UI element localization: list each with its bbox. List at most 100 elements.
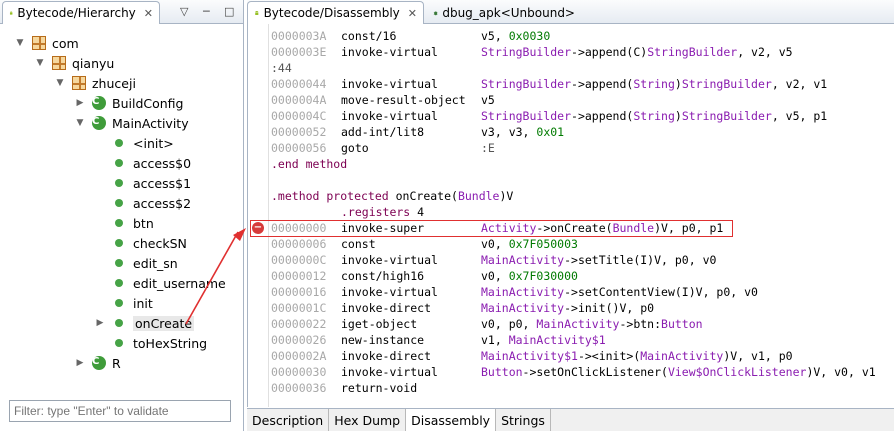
opcode: invoke-virtual <box>341 45 438 59</box>
tab-strings[interactable]: Strings <box>496 409 551 431</box>
code-line[interactable]: 0000002A invoke-direct MainActivity$1-><in… <box>271 348 891 364</box>
tree-node[interactable]: access$2 <box>94 193 191 213</box>
tree-node[interactable]: btn <box>94 213 154 233</box>
operand-token: ) <box>674 109 682 123</box>
maximize-icon[interactable]: □ <box>224 5 234 18</box>
tree-node[interactable]: init <box>94 293 153 313</box>
tree-node[interactable]: access$1 <box>94 173 191 193</box>
disassembly-pane: Bytecode/Disassembly ✕ dbug_apk<Unbound>… <box>247 0 894 431</box>
operand-token: )V, v0, v1 <box>806 365 876 379</box>
code-line[interactable]: 00000026 new-instance v1, MainActivity$1 <box>271 332 891 348</box>
code-line[interactable]: 00000036 return-void <box>271 380 891 396</box>
tab-bytecode-hierarchy[interactable]: Bytecode/Hierarchy ✕ <box>2 1 160 24</box>
breakpoint-error-icon[interactable]: − <box>252 222 264 234</box>
code-line[interactable]: 00000056 goto:E <box>271 140 891 156</box>
disassembly-editor[interactable]: 0000003A const/16 v5, 0x0030 0000003E invoke… <box>247 24 894 407</box>
code-line[interactable]: .method protected onCreate(Bundle)V <box>271 188 891 204</box>
collapsed-arrow-icon[interactable]: ▶ <box>74 98 86 108</box>
operand-token: ->setContentView(I)V, p0, v0 <box>564 285 758 299</box>
tree-node-label: init <box>133 295 153 311</box>
code-line[interactable]: 0000001C invoke-direct MainActivity->init(… <box>271 300 891 316</box>
code-line[interactable] <box>271 172 891 188</box>
operands: MainActivity->setContentView(I)V, p0, v0 <box>481 284 758 300</box>
tab-hex-dump[interactable]: Hex Dump <box>329 409 407 431</box>
tree-node[interactable]: ▼ com <box>14 33 79 53</box>
tree-node[interactable]: toHexString <box>94 333 207 353</box>
code-line[interactable]: 00000022 iget-object v0, p0, MainActivity-… <box>271 316 891 332</box>
tree-node[interactable]: ▼ qianyu <box>34 53 115 73</box>
method-icon <box>115 199 123 207</box>
address: 00000000 <box>271 221 327 235</box>
code-line[interactable]: 00000044 invoke-virtual StringBuilder->app… <box>271 76 891 92</box>
operand-token: :E <box>481 141 495 155</box>
directive-token: 4 <box>417 205 425 219</box>
operand-token: MainActivity <box>481 301 565 315</box>
code-line[interactable]: .end method <box>271 156 891 172</box>
opcode: invoke-direct <box>341 349 432 363</box>
tree-node[interactable]: ▼ zhuceji <box>54 73 136 93</box>
tree-node[interactable]: <init> <box>94 133 174 153</box>
tree-node[interactable]: access$0 <box>94 153 191 173</box>
operands: v0, 0x7F030000 <box>481 268 578 284</box>
tab-disassembly[interactable]: Disassembly <box>406 409 497 431</box>
opcode: invoke-virtual <box>341 253 438 267</box>
code-line[interactable]: 0000004C invoke-virtual StringBuilder->app… <box>271 108 891 124</box>
operands: v5, 0x0030 <box>481 28 550 44</box>
minimize-icon[interactable]: ─ <box>203 5 210 18</box>
tab-description[interactable]: Description <box>247 409 330 431</box>
code-line[interactable]: :44 <box>271 60 891 76</box>
expanded-arrow-icon[interactable]: ▼ <box>74 118 86 128</box>
operands: MainActivity->setTitle(I)V, p0, v0 <box>481 252 716 268</box>
filter-input[interactable] <box>9 400 231 422</box>
operand-token: MainActivity <box>640 349 724 363</box>
tree-node[interactable]: ▶ onCreate <box>94 313 195 333</box>
code-line[interactable]: 00000006 const v0, 0x7F050003 <box>271 236 891 252</box>
tree-node-label: toHexString <box>133 335 208 351</box>
expanded-arrow-icon[interactable]: ▼ <box>34 58 46 68</box>
code-line[interactable]: 00000030 invoke-virtual Button->setOnClick… <box>271 364 891 380</box>
code-line[interactable]: 00000000 invoke-super Activity->onCreate(B… <box>271 220 891 236</box>
tab-label: Bytecode/Disassembly <box>263 6 400 20</box>
address: 00000026 <box>271 333 327 347</box>
tree-node[interactable]: ▼ C MainActivity <box>74 113 189 133</box>
collapsed-arrow-icon[interactable]: ▶ <box>94 318 106 328</box>
code-line[interactable]: 0000004A move-result-object v5 <box>271 92 891 108</box>
tree-node[interactable]: edit_sn <box>94 253 178 273</box>
code-line[interactable]: 00000052 add-int/lit8 v3, v3, 0x01 <box>271 124 891 140</box>
tree-node[interactable]: ▶ C R <box>74 353 121 373</box>
close-icon[interactable]: ✕ <box>408 7 417 20</box>
operand-token: 0x0030 <box>508 29 551 43</box>
opcode: const/16 <box>341 29 397 43</box>
code-line[interactable]: 0000003A const/16 v5, 0x0030 <box>271 28 891 44</box>
directive-token: )V <box>499 189 514 203</box>
operands: Activity->onCreate(Bundle)V, p0, p1 <box>481 220 723 236</box>
operand-token: ) <box>674 77 682 91</box>
code-line[interactable]: 0000003E invoke-virtual StringBuilder->app… <box>271 44 891 60</box>
tree-node-label: access$0 <box>133 155 192 171</box>
operand-token: String <box>633 109 675 123</box>
code-line[interactable]: .registers 4 <box>271 204 891 220</box>
expanded-arrow-icon[interactable]: ▼ <box>14 38 26 48</box>
opcode: invoke-virtual <box>341 77 438 91</box>
operand-token: )V, v1, p0 <box>723 349 793 363</box>
tree-node[interactable]: checkSN <box>94 233 187 253</box>
method-icon <box>115 319 123 327</box>
opcode: const/high16 <box>341 269 425 283</box>
operands: :E <box>481 140 495 156</box>
code-line[interactable]: 00000012 const/high16 v0, 0x7F030000 <box>271 268 891 284</box>
tree-node[interactable]: edit_username <box>94 273 226 293</box>
tab-bytecode-disassembly[interactable]: Bytecode/Disassembly ✕ <box>247 1 424 24</box>
expanded-arrow-icon[interactable]: ▼ <box>54 78 66 88</box>
view-menu-icon[interactable]: ▽ <box>180 5 188 18</box>
tree-node[interactable]: ▶ C BuildConfig <box>74 93 184 113</box>
operand-token: String <box>633 77 675 91</box>
tab-dbug-apk[interactable]: dbug_apk<Unbound> <box>426 1 582 24</box>
opcode: iget-object <box>341 317 418 331</box>
operand-token: v3, v3, <box>481 125 537 139</box>
close-icon[interactable]: ✕ <box>144 7 153 20</box>
operand-token: MainActivity$1 <box>481 349 578 363</box>
collapsed-arrow-icon[interactable]: ▶ <box>74 358 86 368</box>
code-line[interactable]: 00000016 invoke-virtual MainActivity->setC… <box>271 284 891 300</box>
code-line[interactable]: 0000000C invoke-virtual MainActivity->setT… <box>271 252 891 268</box>
method-icon <box>115 179 123 187</box>
